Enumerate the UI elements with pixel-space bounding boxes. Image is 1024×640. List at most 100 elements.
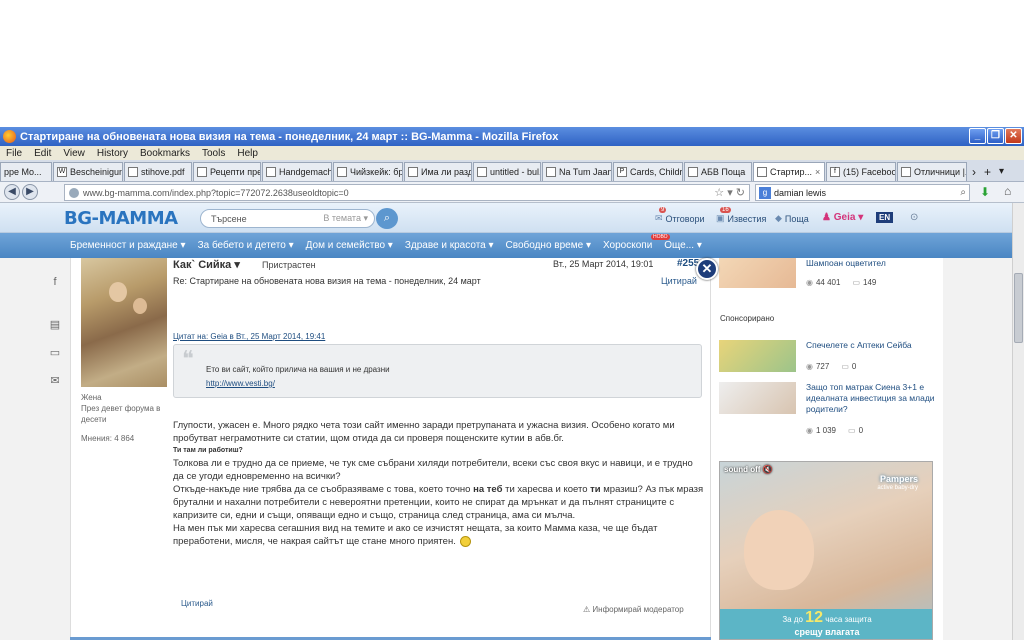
tab[interactable]: Handgemach...	[262, 162, 332, 181]
share-rail: f ▤ ▭ ✉	[38, 258, 68, 640]
tab[interactable]: Има ли разд...	[404, 162, 472, 181]
tab-label: Стартир...	[770, 167, 812, 177]
user-avatar[interactable]	[81, 258, 167, 387]
nav-freetime[interactable]: Свободно време ▾	[506, 240, 591, 251]
tab-label: stihove.pdf	[141, 167, 185, 177]
language-switch[interactable]: EN	[876, 212, 894, 223]
window-titlebar: Стартиране на обновената нова визия на т…	[0, 127, 1024, 146]
url-text: www.bg-mamma.com/index.php?topic=772072.…	[83, 187, 349, 198]
nav-horoscopes[interactable]: Хороскопи	[603, 240, 652, 251]
page-icon	[266, 167, 276, 177]
menu-file[interactable]: File	[6, 148, 22, 159]
comment-icon[interactable]: ▭	[48, 346, 62, 359]
tab-scroll-right-icon[interactable]: ›	[972, 163, 976, 181]
url-bar[interactable]: www.bg-mamma.com/index.php?topic=772072.…	[64, 184, 750, 201]
close-window-button[interactable]: ✕	[1005, 128, 1022, 144]
page-icon	[546, 167, 556, 177]
article-stats: ◉ 44 401 ▭ 149	[806, 278, 877, 287]
tab[interactable]: f (15) Facebook	[826, 162, 896, 181]
tab[interactable]: untitled - bul...	[473, 162, 541, 181]
page-icon	[901, 167, 911, 177]
cite-link[interactable]: Цитат на: Geia в Вт., 25 Март 2014, 19:4…	[173, 332, 325, 341]
quote-button[interactable]: Цитирай	[181, 599, 213, 608]
menu-history[interactable]: History	[97, 148, 128, 159]
article-thumbnail[interactable]	[719, 258, 796, 288]
page-scrollbar[interactable]	[1012, 203, 1024, 640]
pampers-ad[interactable]: sound off 🔇 Pampers active baby-dry За д…	[719, 461, 933, 640]
nav-home[interactable]: Дом и семейство ▾	[306, 240, 393, 251]
site-logo[interactable]: BG-MAMMA	[64, 208, 178, 229]
subscribe-icon[interactable]: ▤	[48, 318, 62, 331]
avatar-face	[109, 282, 127, 302]
tab[interactable]: stihove.pdf	[124, 162, 192, 181]
restore-button[interactable]: ❐	[987, 128, 1004, 144]
menu-view[interactable]: View	[63, 148, 85, 159]
forum-post: Жена През девет форума в десети Мнения: …	[70, 258, 711, 640]
search-scope-select[interactable]: В темата ▾	[323, 213, 368, 224]
download-icon[interactable]: ⬇	[980, 185, 990, 199]
close-tab-icon[interactable]: ×	[815, 167, 820, 177]
quote-link[interactable]: http://www.vesti.bg/	[206, 379, 275, 388]
article-title[interactable]: Шампоан оцветител	[806, 258, 936, 269]
tab-label: АБВ Поща	[701, 167, 746, 177]
ad-banner: За до 12 часа защита срещу влагата	[720, 609, 932, 639]
post-author[interactable]: Как` Сийка ▾	[173, 258, 240, 271]
answers-link[interactable]: 9 ✉ Отговори	[655, 207, 704, 224]
nav-more[interactable]: Още... ▾	[664, 240, 702, 251]
tab-label: Handgemach...	[279, 167, 331, 177]
user-icon: ♟	[822, 212, 831, 223]
lock-icon[interactable]: ⊙	[910, 212, 918, 223]
home-icon[interactable]: ⌂	[1004, 184, 1011, 198]
scrollbar-thumb[interactable]	[1014, 273, 1023, 343]
user-meta: През девет форума в десети	[81, 404, 161, 424]
menu-tools[interactable]: Tools	[202, 148, 225, 159]
notifications-link[interactable]: 16 ▣ Известия	[716, 207, 766, 224]
envelope-icon[interactable]: ✉	[48, 374, 62, 387]
menu-edit[interactable]: Edit	[34, 148, 51, 159]
nav-baby[interactable]: За бебето и детето ▾	[198, 240, 294, 251]
browser-search-field[interactable]: g damian lewis ⌕	[755, 184, 970, 201]
tab[interactable]: ppe Mo...	[0, 162, 52, 181]
new-tab-icon[interactable]: +	[984, 163, 991, 181]
tab[interactable]: Рецепти пре...	[193, 162, 261, 181]
sound-off-label[interactable]: sound off 🔇	[724, 465, 773, 474]
report-moderator-link[interactable]: ⚠ Информирай модератор	[583, 605, 684, 614]
back-icon[interactable]: ◀	[4, 184, 20, 200]
quote-button[interactable]: Цитирай	[661, 276, 697, 286]
google-icon[interactable]: g	[759, 186, 771, 199]
bell-icon: ▣	[716, 213, 725, 223]
nav-pregnancy[interactable]: Бременност и раждане ▾	[70, 240, 186, 251]
menu-bookmarks[interactable]: Bookmarks	[140, 148, 190, 159]
tab-label: untitled - bul...	[490, 167, 541, 177]
close-overlay-button[interactable]: ✕	[696, 258, 718, 280]
site-search-button[interactable]: ⌕	[376, 208, 398, 229]
mail-link[interactable]: ◆ Поща	[775, 213, 809, 224]
tab[interactable]: АБВ Поща	[684, 162, 752, 181]
tab-list-icon[interactable]: ▾	[999, 163, 1004, 181]
facebook-share-icon[interactable]: f	[48, 276, 62, 288]
tab[interactable]: Чийзкейк: бр...	[333, 162, 403, 181]
blank-area	[0, 0, 1024, 127]
forward-icon[interactable]: ▶	[22, 184, 38, 200]
pinterest-icon: P	[617, 167, 627, 177]
tab-active[interactable]: Стартир... ×	[753, 162, 825, 181]
article-thumbnail[interactable]	[719, 382, 796, 414]
page-icon	[408, 167, 418, 177]
article-title[interactable]: Спечелете с Аптеки Сейба	[806, 340, 936, 351]
user-menu[interactable]: ♟ Geia ▾	[822, 212, 863, 223]
article-title[interactable]: Защо топ матрак Сиена 3+1 е идеалната ин…	[806, 382, 936, 415]
tab[interactable]: Отличници |...	[897, 162, 967, 181]
tab[interactable]: Na Tum Jaan...	[542, 162, 612, 181]
bookmark-star-icon[interactable]: ☆ ▾ ↻	[714, 186, 745, 199]
nav-health[interactable]: Здраве и красота ▾	[405, 240, 494, 251]
article-thumbnail[interactable]	[719, 340, 796, 372]
menu-help[interactable]: Help	[237, 148, 258, 159]
page-icon	[757, 167, 767, 177]
minimize-button[interactable]: _	[969, 128, 986, 144]
tab-label: Има ли разд...	[421, 167, 471, 177]
tab[interactable]: WBescheinigun...	[53, 162, 123, 181]
tab-label: (15) Facebook	[843, 167, 896, 177]
tab[interactable]: PCards, Childr...	[613, 162, 683, 181]
site-search-input[interactable]: Търсене В темата ▾	[200, 209, 375, 228]
search-icon[interactable]: ⌕	[960, 187, 966, 198]
